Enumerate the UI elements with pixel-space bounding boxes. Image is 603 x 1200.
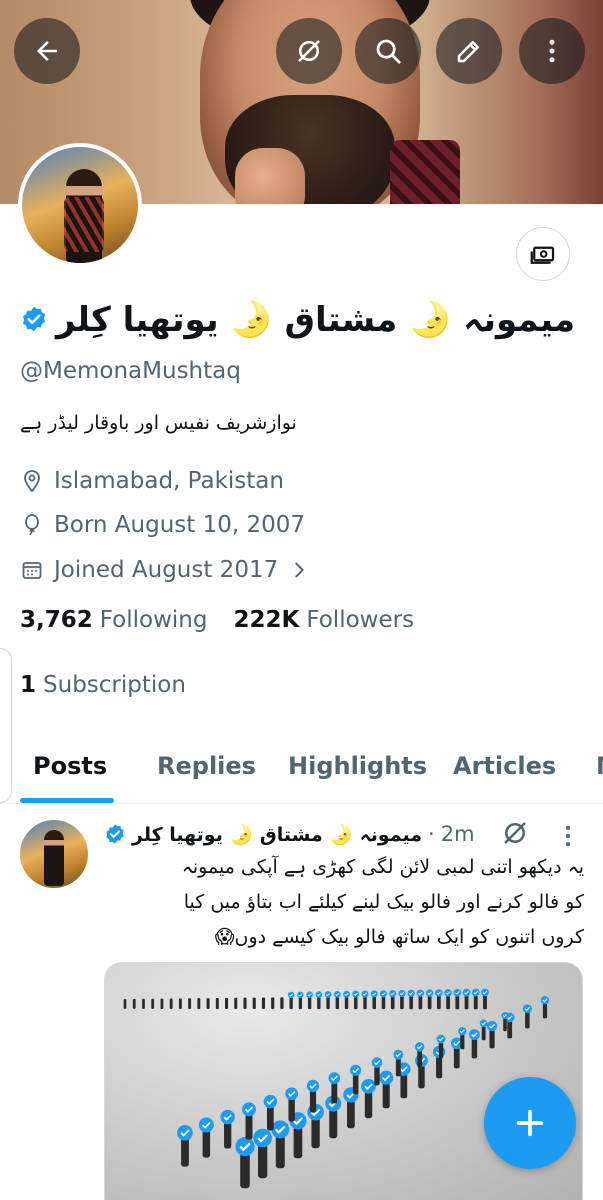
compose-post-button[interactable] bbox=[484, 1077, 576, 1169]
following-count: 3,762 bbox=[20, 607, 93, 633]
avatar-dress-pattern bbox=[64, 197, 104, 252]
more-vertical-icon[interactable] bbox=[558, 822, 578, 850]
verified-badge-icon bbox=[106, 824, 124, 844]
post-separator: · bbox=[428, 822, 435, 846]
post-author-name[interactable]: میمونہ 🌛 مشتاق 🌛 یوتھیا کِلر bbox=[132, 823, 422, 846]
profile-bio: نوازشریف نفیس اور باوقار لیڈر ہے bbox=[20, 412, 297, 434]
search-button[interactable] bbox=[355, 18, 421, 84]
location-text: Islamabad, Pakistan bbox=[54, 468, 284, 494]
balloon-icon bbox=[25, 514, 39, 536]
subscription-count: 1 bbox=[20, 672, 37, 698]
calendar-icon bbox=[22, 562, 42, 579]
more-vertical-icon bbox=[549, 39, 555, 63]
chevron-right-icon bbox=[295, 562, 304, 578]
post-text-line: کروں اتنوں کو ایک ساتھ فالو بیک کیسے دوں… bbox=[214, 926, 584, 948]
follow-stats: 3,762 Following 222K Followers bbox=[20, 607, 414, 633]
followers-link[interactable]: 222K Followers bbox=[233, 607, 414, 633]
grok-icon[interactable] bbox=[500, 818, 530, 848]
following-link[interactable]: 3,762 Following bbox=[20, 607, 207, 633]
subscriptions-link[interactable]: 1 Subscription bbox=[20, 672, 186, 698]
profile-avatar[interactable] bbox=[18, 143, 142, 267]
tab-articles[interactable]: Articles bbox=[453, 752, 556, 780]
location-pin-icon bbox=[24, 470, 40, 493]
followers-label: Followers bbox=[306, 607, 415, 633]
post-text-line: یہ دیکھو اتنی لمبی لائن لگی کھڑی ہے آپکی… bbox=[181, 856, 584, 878]
profile-name-row: میمونہ 🌛 مشتاق 🌛 یوتھیا کِلر bbox=[20, 294, 575, 344]
verified-badge-icon bbox=[22, 306, 46, 332]
search-icon bbox=[376, 39, 401, 64]
post-text: یہ دیکھو اتنی لمبی لائن لگی کھڑی ہے آپکی… bbox=[104, 850, 584, 955]
profile-tabs: Posts Replies Highlights Articles M bbox=[0, 734, 603, 804]
grok-button[interactable] bbox=[276, 18, 342, 84]
edit-icon bbox=[457, 41, 479, 63]
money-icon bbox=[530, 246, 555, 264]
banner-scarf bbox=[390, 140, 460, 204]
edit-profile-button[interactable] bbox=[436, 18, 502, 84]
birthday-row: Born August 10, 2007 bbox=[20, 512, 305, 538]
more-options-button[interactable] bbox=[519, 18, 585, 84]
active-tab-indicator bbox=[20, 798, 114, 803]
banner-hand bbox=[235, 148, 305, 204]
post-text-line: کو فالو کرنے اور فالو بیک لینے کیلئے اب … bbox=[183, 891, 584, 913]
back-button[interactable] bbox=[14, 18, 80, 84]
avatar-person bbox=[44, 830, 64, 886]
post-header: میمونہ 🌛 مشتاق 🌛 یوتھیا کِلر · 2m bbox=[104, 818, 475, 850]
subscription-label: Subscription bbox=[43, 672, 186, 698]
subscribe-button[interactable] bbox=[516, 227, 570, 281]
birthday-text: Born August 10, 2007 bbox=[54, 512, 306, 538]
grok-icon bbox=[298, 40, 320, 62]
tab-highlights[interactable]: Highlights bbox=[288, 752, 427, 780]
tab-replies[interactable]: Replies bbox=[157, 752, 256, 780]
post-author-avatar[interactable] bbox=[20, 820, 88, 888]
location-row: Islamabad, Pakistan bbox=[20, 468, 284, 494]
tab-media[interactable]: M bbox=[596, 752, 603, 780]
joined-row[interactable]: Joined August 2017 bbox=[20, 557, 310, 583]
post-time[interactable]: 2m bbox=[441, 822, 475, 846]
profile-handle: @MemonaMushtaq bbox=[20, 358, 241, 384]
joined-text: Joined August 2017 bbox=[54, 557, 279, 583]
followers-count: 222K bbox=[233, 607, 300, 633]
display-name: میمونہ 🌛 مشتاق 🌛 یوتھیا کِلر bbox=[56, 299, 576, 340]
tab-posts[interactable]: Posts bbox=[33, 752, 107, 780]
plus-icon bbox=[516, 1109, 544, 1137]
arrow-left-icon bbox=[37, 41, 57, 61]
following-label: Following bbox=[99, 607, 208, 633]
